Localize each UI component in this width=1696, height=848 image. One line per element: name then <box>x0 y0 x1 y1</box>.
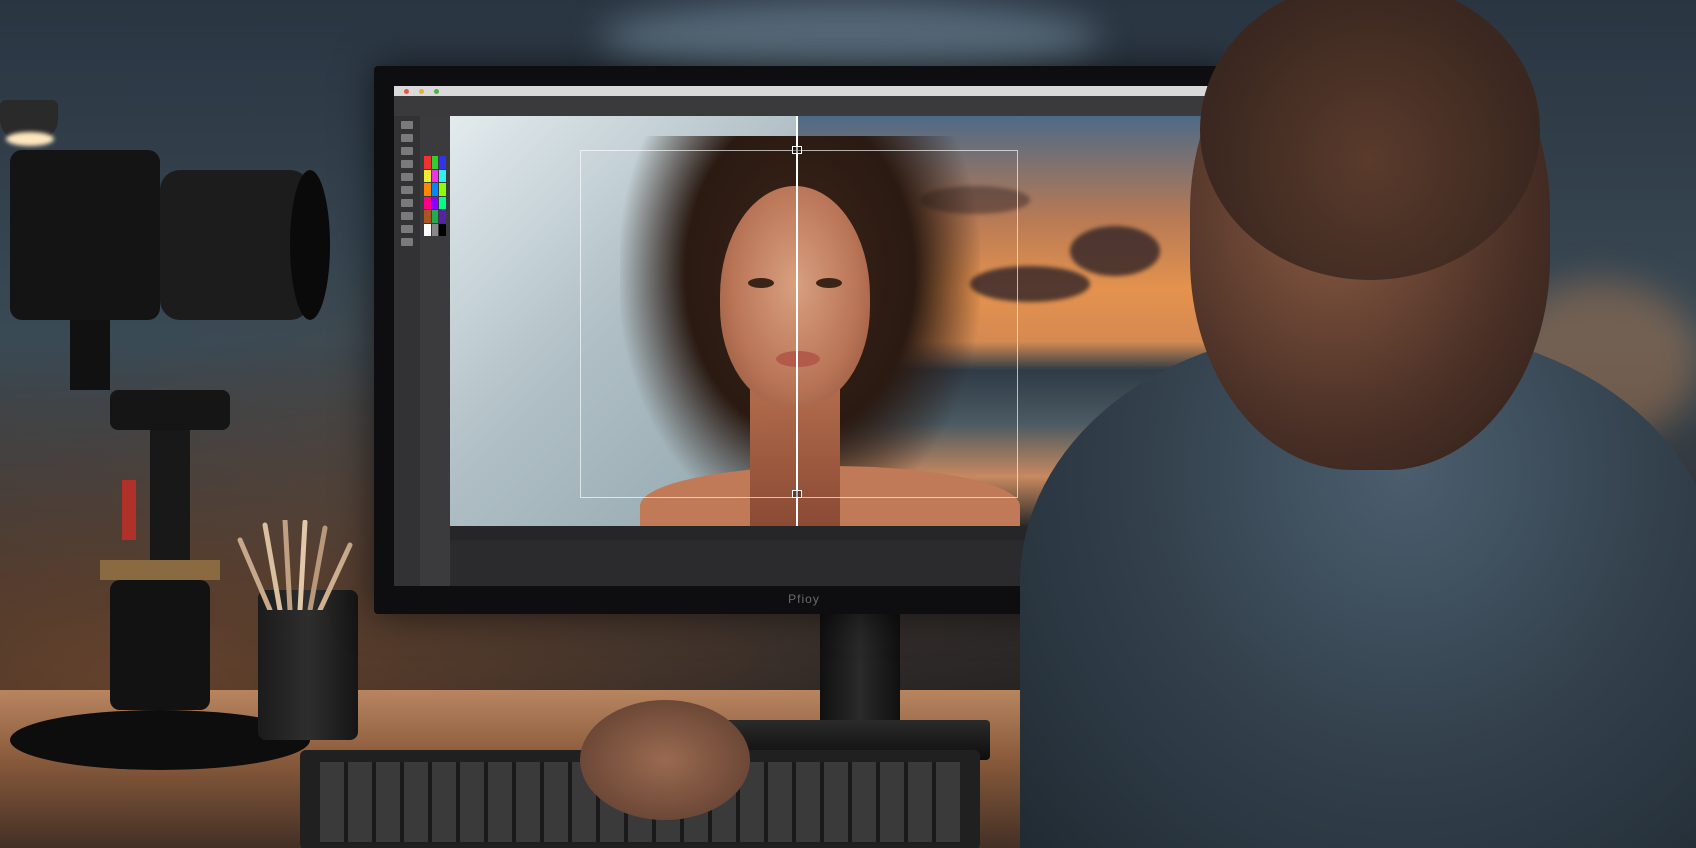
camera-body <box>10 150 160 320</box>
tripod-ring <box>100 560 220 580</box>
tripod-base-column <box>110 580 210 710</box>
tripod-accent <box>122 480 136 540</box>
pencil-cup <box>258 590 358 740</box>
person-hand <box>580 700 750 820</box>
window-minimize-dot[interactable] <box>419 88 424 94</box>
eraser-tool-icon[interactable] <box>401 186 413 194</box>
color-swatches[interactable] <box>424 156 446 236</box>
crop-box[interactable] <box>580 150 1018 498</box>
gradient-tool-icon[interactable] <box>401 199 413 207</box>
marquee-tool-icon[interactable] <box>401 134 413 142</box>
zoom-tool-icon[interactable] <box>401 238 413 246</box>
photo-scene: Pfioy <box>0 0 1696 848</box>
lens-front <box>290 170 330 320</box>
person-editing <box>580 0 1696 848</box>
brush-tool-icon[interactable] <box>401 173 413 181</box>
window-zoom-dot[interactable] <box>434 88 439 94</box>
camera-lens <box>160 170 310 320</box>
move-tool-icon[interactable] <box>401 121 413 129</box>
before-after-divider[interactable] <box>796 116 798 526</box>
window-close-dot[interactable] <box>404 88 409 94</box>
monitor-stand <box>820 610 900 730</box>
tripod-head <box>110 390 230 430</box>
desk-lamp <box>0 40 60 146</box>
tools-panel <box>394 116 420 586</box>
swatches-panel <box>420 116 450 586</box>
crop-tool-icon[interactable] <box>401 160 413 168</box>
pencils <box>237 520 353 610</box>
divider-handle-bottom[interactable] <box>792 490 802 498</box>
text-tool-icon[interactable] <box>401 212 413 220</box>
divider-handle-top[interactable] <box>792 146 802 154</box>
hand-tool-icon[interactable] <box>401 225 413 233</box>
camera-grip <box>70 320 110 390</box>
lasso-tool-icon[interactable] <box>401 147 413 155</box>
